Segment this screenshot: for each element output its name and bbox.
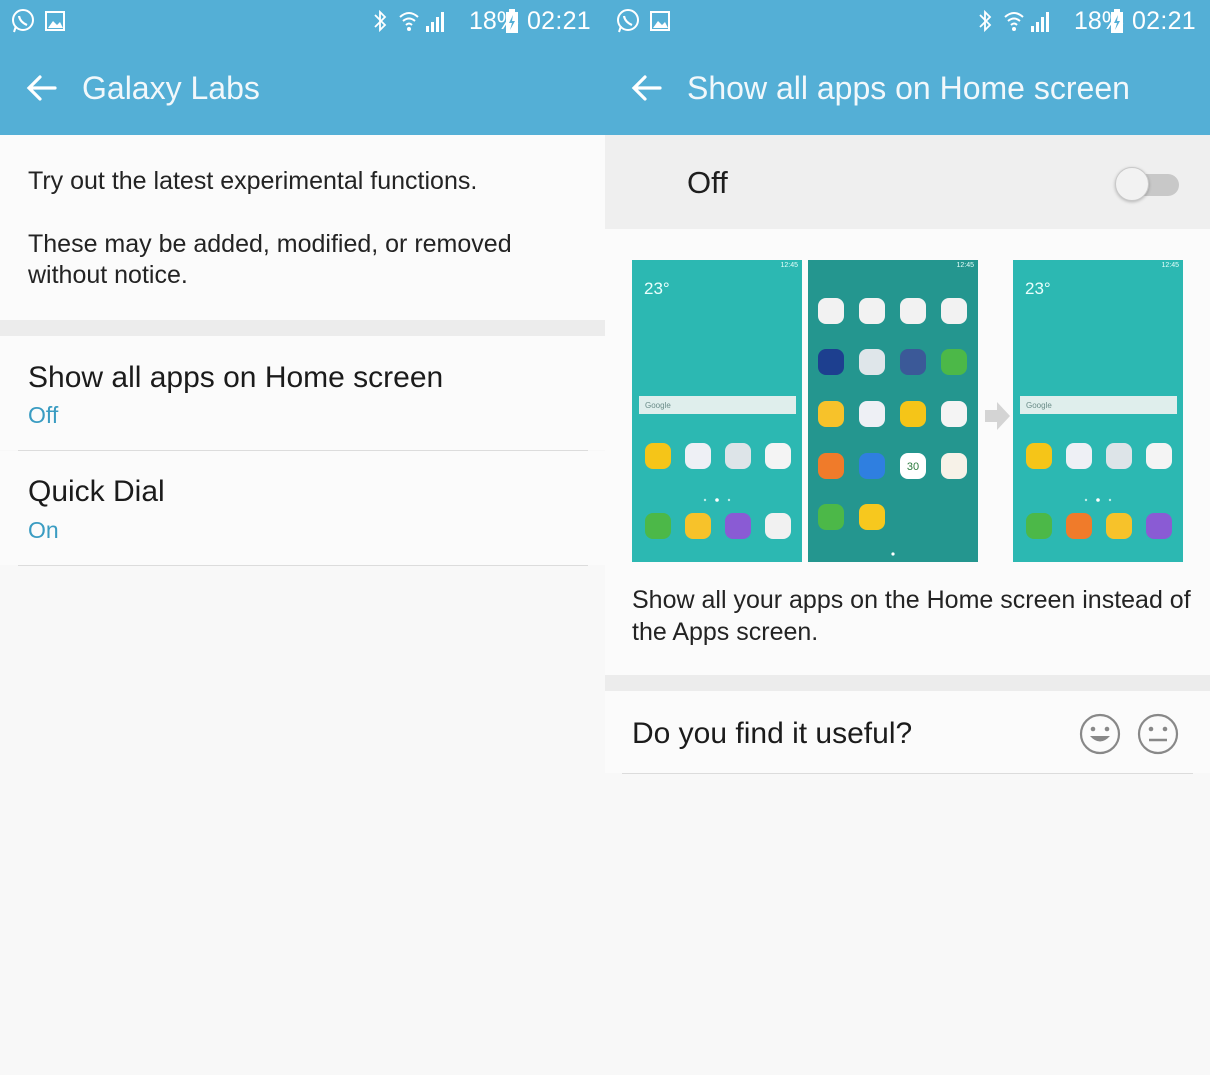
status-bar: 18% 02:21 (605, 0, 1210, 42)
google-folder-icon (859, 298, 885, 324)
feature-toggle[interactable] (1115, 165, 1181, 201)
battery-charging-icon (1111, 9, 1123, 33)
preview-search-bar: Google (639, 396, 796, 414)
contacts-app-icon (1066, 513, 1092, 539)
battery-charging-icon (506, 9, 518, 33)
section-gap (605, 675, 1210, 691)
play-store-app-icon (1106, 443, 1132, 469)
preview-home-after: 12:45 23° Google (1013, 260, 1183, 562)
bluetooth-icon (374, 9, 387, 33)
gallery-icon (45, 11, 65, 31)
master-switch-bar[interactable]: Off (605, 135, 1210, 229)
page-indicator (1084, 498, 1112, 502)
social-folder-icon (900, 298, 926, 324)
internet-app-icon (725, 513, 751, 539)
transition-arrow-icon (985, 402, 1010, 430)
google-folder-icon (765, 443, 791, 469)
clock-app-icon (941, 401, 967, 427)
tools-folder-icon (941, 298, 967, 324)
show-all-apps-screen: 18% 02:21 Show all apps on Home screen O… (605, 0, 1210, 1075)
page-title: Show all apps on Home screen (687, 70, 1130, 106)
preview-time: 12:45 (780, 262, 798, 269)
divider (18, 565, 588, 566)
setting-title: Show all apps on Home screen (28, 361, 444, 394)
preview-home-before: 12:45 23° Google (632, 260, 802, 562)
email-app-icon (1106, 513, 1132, 539)
phone-app-icon (645, 513, 671, 539)
galaxy-labs-screen: 18% 02:21 Galaxy Labs Try out the latest… (0, 0, 605, 1075)
divider (622, 773, 1193, 774)
neutral-face-icon[interactable] (1137, 713, 1179, 755)
preview-time: 12:45 (956, 262, 974, 269)
search-brand: Google (1026, 401, 1052, 410)
facebook-app-icon (900, 349, 926, 375)
my-files-app-icon (859, 504, 885, 530)
preview-search-bar: Google (1020, 396, 1177, 414)
smile-face-icon[interactable] (1079, 713, 1121, 755)
section-gap (0, 320, 605, 336)
preview-weather: 23° (644, 279, 670, 298)
camera-app-icon (859, 401, 885, 427)
camera-app-icon (685, 443, 711, 469)
calendar-day: 30 (906, 461, 920, 473)
gallery-app-icon (1026, 443, 1052, 469)
feature-description: Show all your apps on the Home screen in… (632, 586, 1191, 646)
setting-status: Off (28, 402, 59, 428)
internet-app-icon (1146, 513, 1172, 539)
setting-item-quick-dial[interactable]: Quick Dial On (0, 451, 605, 565)
google-folder-icon (1146, 443, 1172, 469)
camera-app-icon (1066, 443, 1092, 469)
preview-time: 12:45 (1161, 262, 1179, 269)
preview-section: 12:45 23° Google 12:45 30 12:45 23° Goog… (605, 229, 1210, 675)
status-time: 02:21 (1131, 7, 1196, 35)
email-app-icon (818, 401, 844, 427)
memo-app-icon (941, 453, 967, 479)
play-store-app-icon (859, 349, 885, 375)
feedback-row: Do you find it useful? (605, 691, 1210, 773)
phone-app-icon (1026, 513, 1052, 539)
switch-state-label: Off (687, 165, 728, 200)
gallery-app-icon (900, 401, 926, 427)
setting-item-show-all-apps[interactable]: Show all apps on Home screen Off (0, 336, 605, 450)
intro-text-2: These may be added, modified, or removed… (28, 230, 512, 289)
intro-text-1: Try out the latest experimental function… (28, 167, 478, 195)
settings-app-icon (859, 453, 885, 479)
search-brand: Google (645, 401, 671, 410)
preview-weather: 23° (1025, 279, 1051, 298)
page-indicator (703, 498, 731, 502)
signal-icon (1031, 12, 1049, 32)
toggle-knob (1115, 167, 1149, 201)
setting-title: Quick Dial (28, 475, 165, 508)
whatsapp-icon (12, 9, 34, 33)
calculator-app-icon (818, 504, 844, 530)
whatsapp-icon (617, 9, 639, 33)
email-app-icon (685, 513, 711, 539)
wifi-icon (1004, 12, 1024, 31)
gallery-icon (650, 11, 670, 31)
phone-app-icon (941, 349, 967, 375)
app-bar: 18% 02:21 Galaxy Labs (0, 0, 605, 135)
page-title: Galaxy Labs (82, 70, 260, 106)
setting-status: On (28, 517, 59, 543)
bluetooth-icon (979, 9, 992, 33)
folder-app-icon (818, 298, 844, 324)
preview-apps-screen: 12:45 30 (808, 260, 978, 562)
feedback-question: Do you find it useful? (632, 717, 913, 750)
back-arrow-icon[interactable] (630, 71, 664, 105)
status-time: 02:21 (526, 7, 591, 35)
samsung-pay-icon (818, 349, 844, 375)
signal-icon (426, 12, 444, 32)
gallery-app-icon (645, 443, 671, 469)
apps-launcher-icon (765, 513, 791, 539)
wifi-icon (399, 12, 419, 31)
app-bar: 18% 02:21 Show all apps on Home screen (605, 0, 1210, 135)
intro-section: Try out the latest experimental function… (0, 135, 605, 320)
contacts-app-icon (818, 453, 844, 479)
play-store-app-icon (725, 443, 751, 469)
page-indicator (891, 552, 895, 556)
status-bar: 18% 02:21 (0, 0, 605, 42)
back-arrow-icon[interactable] (25, 71, 59, 105)
calendar-app-icon: 30 (900, 453, 926, 479)
